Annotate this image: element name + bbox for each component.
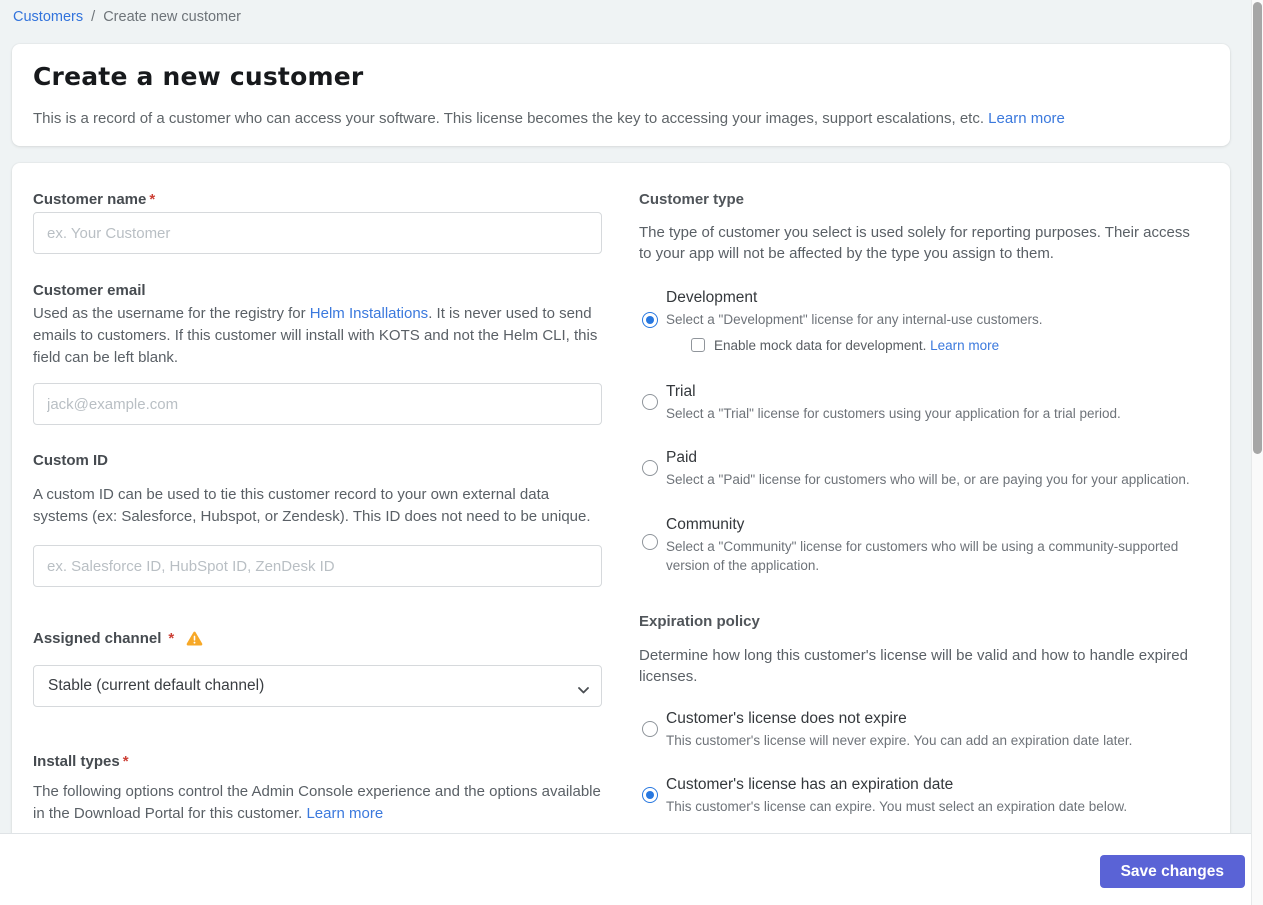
radio-community[interactable] <box>642 533 658 550</box>
radio-license-has-expiration[interactable] <box>642 787 658 804</box>
chevron-down-icon <box>578 681 589 699</box>
option-desc-community: Select a "Community" license for custome… <box>666 538 1179 574</box>
customer-email-input[interactable] <box>33 383 602 425</box>
option-label-community: Community <box>666 515 745 533</box>
save-changes-button[interactable]: Save changes <box>1099 855 1245 888</box>
option-desc-development: Select a "Development" license for any i… <box>666 312 1043 327</box>
option-label-development: Development <box>666 289 758 306</box>
mock-data-checkbox-row: Enable mock data for development. Learn … <box>691 337 1196 354</box>
radio-paid[interactable] <box>642 460 658 477</box>
mock-data-checkbox[interactable] <box>691 338 705 353</box>
email-desc-before: Used as the username for the registry fo… <box>33 305 310 322</box>
custom-id-description: A custom ID can be used to tie this cust… <box>33 486 591 525</box>
customer-name-input[interactable] <box>33 212 602 254</box>
radio-license-does-not-expire[interactable] <box>642 720 658 737</box>
custom-id-input[interactable] <box>33 545 602 587</box>
required-asterisk: * <box>149 191 156 208</box>
customer-type-option-paid: Paid Select a "Paid" license for custome… <box>639 448 1196 490</box>
header-learn-more-link[interactable]: Learn more <box>988 110 1065 127</box>
customer-email-label: Customer email <box>33 282 146 299</box>
breadcrumb-customers-link[interactable]: Customers <box>13 9 83 25</box>
breadcrumb: Customers / Create new customer <box>13 9 245 25</box>
option-desc-no-expire: This customer's license will never expir… <box>666 732 1133 748</box>
customer-form-card: Customer name* Customer email Used as th… <box>12 163 1230 875</box>
required-asterisk: * <box>122 753 129 770</box>
form-right-column: Customer type The type of customer you s… <box>639 190 1196 825</box>
option-label-no-expire: Customer's license does not expire <box>666 709 907 727</box>
page-subtitle: This is a record of a customer who can a… <box>33 108 1209 129</box>
radio-development[interactable] <box>642 312 658 328</box>
page-title: Create a new customer <box>33 62 364 91</box>
page-header-card: Create a new customer This is a record o… <box>12 44 1230 146</box>
assigned-channel-selected-value: Stable (current default channel) <box>48 677 265 694</box>
form-left-column: Customer name* Customer email Used as th… <box>33 190 602 825</box>
helm-installations-link[interactable]: Helm Installations <box>310 305 428 322</box>
vertical-scrollbar[interactable] <box>1251 0 1263 905</box>
customer-name-label: Customer name * <box>33 190 602 210</box>
expiration-option-has-date: Customer's license has an expiration dat… <box>639 775 1196 817</box>
assigned-channel-label: Assigned channel * <box>33 629 602 652</box>
custom-id-label: Custom ID <box>33 452 108 469</box>
install-types-description: The following options control the Admin … <box>33 781 602 825</box>
scrollbar-thumb[interactable] <box>1253 2 1262 454</box>
mock-data-checkbox-label: Enable mock data for development. Learn … <box>714 337 999 354</box>
option-label-trial: Trial <box>666 382 696 400</box>
customer-type-option-community: Community Select a "Community" license f… <box>639 515 1196 576</box>
option-label-paid: Paid <box>666 449 698 467</box>
expiration-policy-intro: Determine how long this customer's licen… <box>639 646 1188 685</box>
option-desc-paid: Select a "Paid" license for customers wh… <box>666 472 1190 488</box>
customer-type-heading: Customer type <box>639 191 745 208</box>
assigned-channel-select[interactable]: Stable (current default channel) <box>33 665 602 707</box>
expiration-option-no-expire: Customer's license does not expire This … <box>639 709 1196 751</box>
option-desc-trial: Select a "Trial" license for customers u… <box>666 405 1121 421</box>
assigned-channel-label-text: Assigned channel <box>33 630 162 647</box>
customer-email-description: Used as the username for the registry fo… <box>33 303 602 369</box>
customer-name-label-text: Customer name <box>33 191 147 208</box>
breadcrumb-current: Create new customer <box>103 9 242 25</box>
option-label-has-date: Customer's license has an expiration dat… <box>666 776 954 794</box>
install-types-label: Install types * <box>33 752 602 772</box>
customer-type-option-development: Development Select a "Development" licen… <box>639 288 1196 354</box>
required-asterisk: * <box>168 630 175 647</box>
page-subtitle-text: This is a record of a customer who can a… <box>33 110 984 127</box>
mock-data-learn-more-link[interactable]: Learn more <box>930 338 999 353</box>
install-types-label-text: Install types <box>33 753 120 770</box>
mock-data-label-text: Enable mock data for development. <box>714 337 931 353</box>
radio-trial[interactable] <box>642 393 658 410</box>
customer-type-option-trial: Trial Select a "Trial" license for custo… <box>639 382 1196 424</box>
breadcrumb-separator: / <box>91 9 96 25</box>
footer-action-bar: Save changes <box>0 833 1263 905</box>
expiration-policy-heading: Expiration policy <box>639 612 760 630</box>
install-types-learn-more-link[interactable]: Learn more <box>306 805 383 822</box>
option-desc-has-date: This customer's license can expire. You … <box>666 799 1128 815</box>
warning-icon <box>186 631 203 652</box>
customer-type-intro: The type of customer you select is used … <box>639 224 1190 262</box>
